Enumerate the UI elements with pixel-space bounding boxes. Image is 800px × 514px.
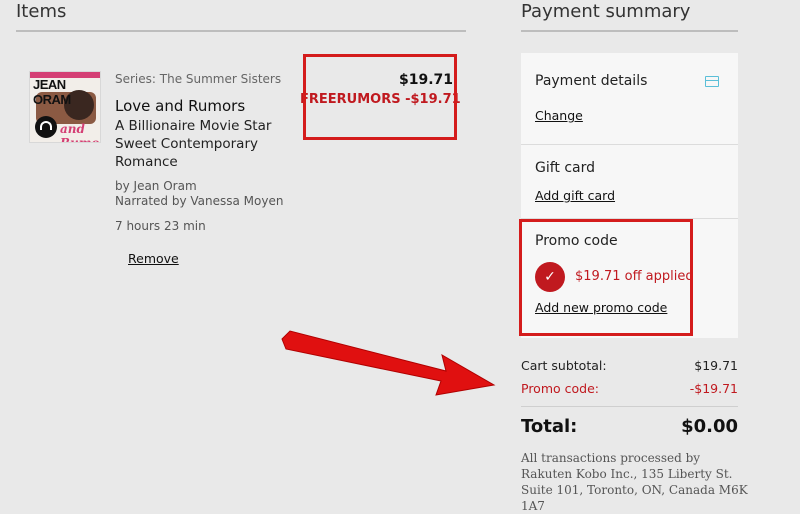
change-payment-link[interactable]: Change: [535, 108, 583, 123]
subtotal-value: $19.71: [694, 358, 738, 373]
total-value: $0.00: [681, 416, 738, 437]
panel-divider: [521, 144, 738, 145]
cover-author: JEAN ORAM: [33, 77, 71, 107]
book-title[interactable]: Love and Rumors: [115, 97, 245, 115]
series-label: Series: The Summer Sisters: [115, 72, 282, 86]
remove-link[interactable]: Remove: [128, 251, 179, 266]
items-heading: Items: [16, 1, 67, 22]
gift-card-label: Gift card: [535, 160, 596, 176]
book-narrator: Narrated by Vanessa Moyen: [115, 194, 284, 208]
add-gift-card-link[interactable]: Add gift card: [535, 188, 615, 203]
payment-summary-heading: Payment summary: [521, 1, 691, 22]
subtotal-label: Cart subtotal:: [521, 358, 607, 373]
payment-divider: [521, 30, 738, 32]
payment-details-label: Payment details: [535, 73, 648, 89]
book-author: by Jean Oram: [115, 179, 197, 193]
book-duration: 7 hours 23 min: [115, 219, 206, 233]
cover-title: and Rumors: [60, 122, 100, 143]
total-label: Total:: [521, 416, 578, 437]
transaction-fineprint: All transactions processed by Rakuten Ko…: [521, 451, 748, 513]
credit-card-icon: [705, 76, 719, 87]
total-divider: [521, 406, 738, 407]
book-cover[interactable]: JEAN ORAM and Rumors: [29, 71, 101, 143]
promo-code-summary-value: -$19.71: [689, 381, 738, 396]
red-arrow-annotation: [281, 330, 496, 396]
promo-highlight-box: [519, 219, 693, 336]
items-divider: [16, 30, 466, 32]
promo-code-summary-label: Promo code:: [521, 381, 599, 396]
headphones-icon: [35, 116, 57, 138]
price-highlight-box: [303, 54, 457, 140]
book-subtitle: A Billionaire Movie Star Sweet Contempor…: [115, 118, 272, 170]
